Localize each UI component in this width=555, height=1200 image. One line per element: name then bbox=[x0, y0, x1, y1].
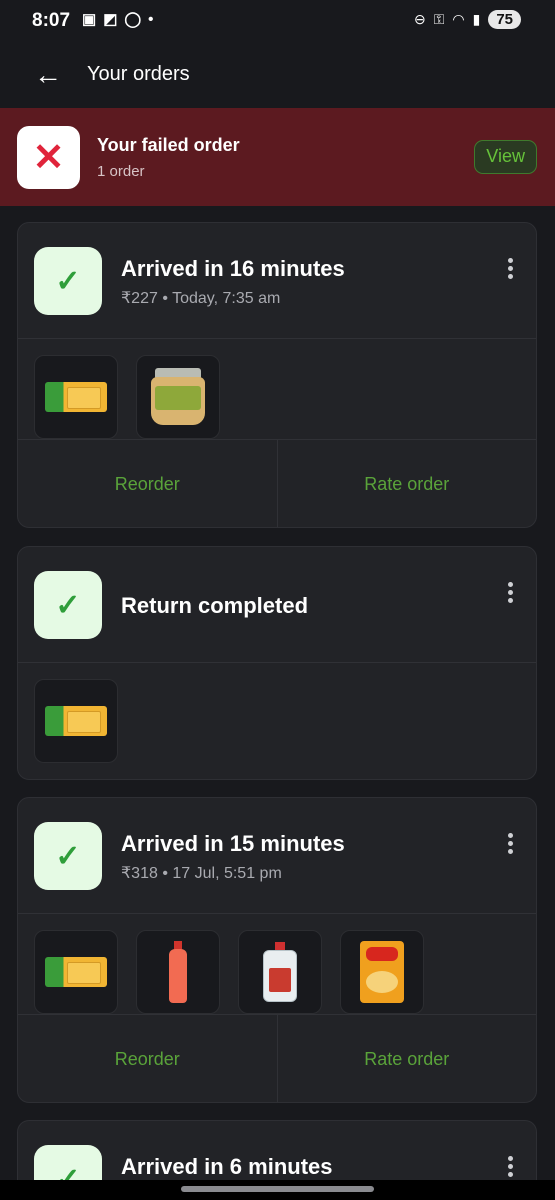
check-icon: ✓ bbox=[55, 588, 81, 622]
do-not-disturb-icon: ⊖ bbox=[413, 11, 426, 27]
reorder-button[interactable]: Reorder bbox=[18, 1015, 277, 1102]
failed-order-count: 1 order bbox=[97, 163, 145, 180]
order-title: Arrived in 15 minutes bbox=[121, 831, 345, 856]
more-options-icon[interactable] bbox=[500, 579, 520, 607]
oil-can-image bbox=[263, 942, 297, 1002]
rate-order-button[interactable]: Rate order bbox=[276, 440, 537, 527]
biscuit-pack-image bbox=[45, 382, 107, 412]
failed-order-icon-box: ✕ bbox=[17, 126, 80, 189]
order-items-row bbox=[18, 914, 536, 1014]
more-notifications-dot-icon: • bbox=[148, 10, 154, 28]
order-status-box: ✓ bbox=[34, 822, 102, 890]
biscuit-pack-image bbox=[45, 957, 107, 987]
order-actions: Reorder Rate order bbox=[18, 439, 537, 527]
order-card-header: ✓ Arrived in 15 minutes ₹318 • 17 Jul, 5… bbox=[18, 798, 536, 914]
order-items-row bbox=[18, 663, 536, 763]
failed-order-banner[interactable]: ✕ Your failed order 1 order View bbox=[0, 108, 555, 206]
juice-bottle-image bbox=[167, 941, 189, 1003]
app-header: ← Your orders bbox=[0, 44, 555, 108]
order-card-header: ✓ Arrived in 16 minutes ₹227 • Today, 7:… bbox=[18, 223, 536, 339]
item-thumbnail bbox=[136, 930, 220, 1014]
more-options-icon[interactable] bbox=[500, 1153, 520, 1181]
order-meta: ₹227 • Today, 7:35 am bbox=[121, 290, 281, 307]
app-notification-icon: ◩ bbox=[103, 11, 118, 28]
failed-order-title: Your failed order bbox=[97, 135, 240, 155]
item-thumbnail bbox=[34, 930, 118, 1014]
biscuit-pack-image bbox=[45, 706, 107, 736]
battery-indicator: 75 bbox=[488, 10, 521, 29]
order-actions: Reorder Rate order bbox=[18, 1014, 537, 1102]
order-title: Arrived in 16 minutes bbox=[121, 256, 345, 281]
order-card-header: ✓ Return completed bbox=[18, 547, 536, 663]
snack-pack-image bbox=[360, 941, 404, 1003]
order-meta: ₹318 • 17 Jul, 5:51 pm bbox=[121, 865, 282, 882]
sauce-jar-image bbox=[151, 368, 205, 426]
order-status-box: ✓ bbox=[34, 571, 102, 639]
status-notification-icons: ▣ ◩ ◯ • bbox=[82, 10, 154, 29]
wifi-icon: ◠ bbox=[452, 11, 465, 27]
item-thumbnail bbox=[136, 355, 220, 439]
whatsapp-icon: ◯ bbox=[124, 11, 142, 28]
back-arrow-icon[interactable]: ← bbox=[34, 58, 70, 94]
page-title: Your orders bbox=[87, 63, 190, 85]
signal-icon: ▮ bbox=[472, 11, 481, 27]
check-icon: ✓ bbox=[55, 839, 81, 873]
order-title: Return completed bbox=[121, 593, 309, 618]
close-x-icon: ✕ bbox=[32, 136, 65, 179]
more-options-icon[interactable] bbox=[500, 830, 520, 858]
order-card[interactable]: ✓ Arrived in 15 minutes ₹318 • 17 Jul, 5… bbox=[17, 797, 537, 1103]
status-bar: 8:07 ▣ ◩ ◯ • ⊖ ⚿ ◠ ▮ 75 bbox=[0, 0, 555, 44]
item-thumbnail bbox=[34, 679, 118, 763]
item-thumbnail bbox=[340, 930, 424, 1014]
status-system-icons: ⊖ ⚿ ◠ ▮ 75 bbox=[414, 10, 521, 29]
order-card[interactable]: ✓ Return completed bbox=[17, 546, 537, 780]
reorder-button[interactable]: Reorder bbox=[18, 440, 277, 527]
status-time: 8:07 bbox=[32, 10, 71, 31]
rate-order-button[interactable]: Rate order bbox=[276, 1015, 537, 1102]
view-failed-order-button[interactable]: View bbox=[474, 140, 537, 174]
check-icon: ✓ bbox=[55, 264, 81, 298]
home-gesture-bar[interactable] bbox=[181, 1186, 374, 1192]
order-items-row bbox=[18, 339, 536, 439]
order-card[interactable]: ✓ Arrived in 16 minutes ₹227 • Today, 7:… bbox=[17, 222, 537, 528]
screenshot-icon: ▣ bbox=[82, 11, 97, 28]
more-options-icon[interactable] bbox=[500, 255, 520, 283]
order-title: Arrived in 6 minutes bbox=[121, 1154, 333, 1179]
item-thumbnail bbox=[34, 355, 118, 439]
order-status-box: ✓ bbox=[34, 247, 102, 315]
vpn-key-icon: ⚿ bbox=[433, 11, 445, 27]
item-thumbnail bbox=[238, 930, 322, 1014]
